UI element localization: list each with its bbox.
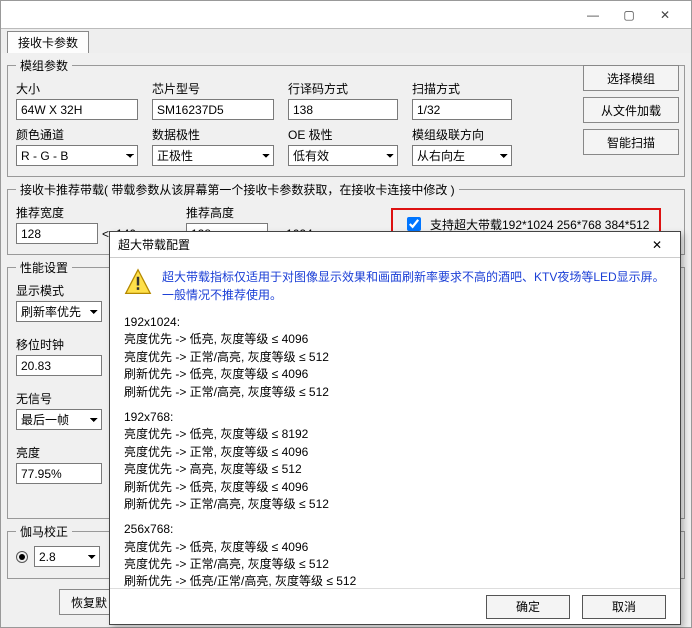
decode-field[interactable] <box>288 99 398 120</box>
spec-group-head: 256x768: <box>124 521 666 538</box>
spec-line: 亮度优先 -> 正常/高亮, 灰度等级 ≤ 512 <box>124 349 666 366</box>
spec-line: 亮度优先 -> 低亮, 灰度等级 ≤ 4096 <box>124 331 666 348</box>
spec-list: 192x1024:亮度优先 -> 低亮, 灰度等级 ≤ 4096亮度优先 -> … <box>124 314 666 588</box>
maximize-icon[interactable]: ▢ <box>611 5 647 25</box>
main-titlebar: — ▢ ✕ <box>1 1 691 29</box>
spec-line: 亮度优先 -> 高亮, 灰度等级 ≤ 512 <box>124 461 666 478</box>
select-module-button[interactable]: 选择模组 <box>583 65 679 91</box>
shift-clock-label: 移位时钟 <box>16 336 116 353</box>
recommended-load-legend: 接收卡推荐带载( 带载参数从该屏幕第一个接收卡参数获取，在接收卡连接中修改 ) <box>16 181 459 198</box>
data-polarity-select[interactable]: 正极性 <box>152 145 274 166</box>
scan-field[interactable] <box>412 99 512 120</box>
brightness-label: 亮度 <box>16 444 116 461</box>
smart-scan-button[interactable]: 智能扫描 <box>583 129 679 155</box>
performance-legend: 性能设置 <box>16 259 72 276</box>
size-label: 大小 <box>16 80 138 97</box>
spec-line: 亮度优先 -> 正常, 灰度等级 ≤ 4096 <box>124 444 666 461</box>
oe-polarity-select[interactable]: 低有效 <box>288 145 398 166</box>
color-channel-label: 颜色通道 <box>16 126 138 143</box>
spec-line: 刷新优先 -> 低亮, 灰度等级 ≤ 4096 <box>124 479 666 496</box>
rec-width-field[interactable] <box>16 223 98 244</box>
warning-icon <box>124 268 152 296</box>
spec-group-head: 192x1024: <box>124 314 666 331</box>
size-field[interactable] <box>16 99 138 120</box>
main-window: — ▢ ✕ 接收卡参数 模组参数 大小 芯片型号 行译码方式 扫描方式 <box>0 0 692 628</box>
display-mode-select[interactable]: 刷新率优先 <box>16 301 102 322</box>
spec-group: 256x768:亮度优先 -> 低亮, 灰度等级 ≤ 4096亮度优先 -> 正… <box>124 521 666 588</box>
close-icon[interactable]: ✕ <box>647 5 683 25</box>
bigload-config-dialog: 超大带载配置 ✕ 超大带载指标仅适用于对图像显示效果和画面刷新率要求不高的酒吧、… <box>109 231 681 625</box>
spec-line: 刷新优先 -> 低亮/正常/高亮, 灰度等级 ≤ 512 <box>124 573 666 588</box>
rec-height-label: 推荐高度 <box>186 204 356 221</box>
gamma-radio[interactable] <box>16 551 28 563</box>
brightness-field[interactable] <box>16 463 102 484</box>
nosignal-label: 无信号 <box>16 390 116 407</box>
spec-line: 刷新优先 -> 低亮, 灰度等级 ≤ 4096 <box>124 366 666 383</box>
dialog-ok-button[interactable]: 确定 <box>486 595 570 619</box>
spec-line: 亮度优先 -> 低亮, 灰度等级 ≤ 8192 <box>124 426 666 443</box>
dialog-cancel-button[interactable]: 取消 <box>582 595 666 619</box>
dialog-close-icon[interactable]: ✕ <box>642 235 672 255</box>
display-mode-label: 显示模式 <box>16 282 116 299</box>
shift-clock-field[interactable] <box>16 355 102 376</box>
tab-receiver-params[interactable]: 接收卡参数 <box>7 31 89 53</box>
tabstrip: 接收卡参数 <box>1 29 691 53</box>
data-polarity-label: 数据极性 <box>152 126 274 143</box>
decode-label: 行译码方式 <box>288 80 398 97</box>
gamma-legend: 伽马校正 <box>16 523 72 540</box>
color-channel-select[interactable]: R - G - B <box>16 145 138 166</box>
spec-group-head: 192x768: <box>124 409 666 426</box>
spec-line: 刷新优先 -> 正常/高亮, 灰度等级 ≤ 512 <box>124 496 666 513</box>
rec-width-label: 推荐宽度 <box>16 204 176 221</box>
spec-line: 亮度优先 -> 正常/高亮, 灰度等级 ≤ 512 <box>124 556 666 573</box>
cascade-select[interactable]: 从右向左 <box>412 145 512 166</box>
spec-group: 192x768:亮度优先 -> 低亮, 灰度等级 ≤ 8192亮度优先 -> 正… <box>124 409 666 513</box>
minimize-icon[interactable]: — <box>575 5 611 25</box>
chip-field[interactable] <box>152 99 274 120</box>
dialog-title: 超大带载配置 <box>118 236 190 253</box>
scan-label: 扫描方式 <box>412 80 512 97</box>
spec-line: 刷新优先 -> 正常/高亮, 灰度等级 ≤ 512 <box>124 384 666 401</box>
chip-label: 芯片型号 <box>152 80 274 97</box>
dialog-warning-text: 超大带载指标仅适用于对图像显示效果和画面刷新率要求不高的酒吧、KTV夜场等LED… <box>162 268 665 304</box>
spec-line: 亮度优先 -> 低亮, 灰度等级 ≤ 4096 <box>124 539 666 556</box>
gamma-select[interactable]: 2.8 <box>34 546 100 567</box>
load-from-file-button[interactable]: 从文件加载 <box>583 97 679 123</box>
module-params-legend: 模组参数 <box>16 57 72 74</box>
nosignal-select[interactable]: 最后一帧 <box>16 409 102 430</box>
bigload-checkbox[interactable] <box>407 217 421 231</box>
bigload-label: 支持超大带载192*1024 256*768 384*512 <box>430 216 649 233</box>
spec-group: 192x1024:亮度优先 -> 低亮, 灰度等级 ≤ 4096亮度优先 -> … <box>124 314 666 401</box>
cascade-label: 模组级联方向 <box>412 126 512 143</box>
oe-polarity-label: OE 极性 <box>288 126 398 143</box>
